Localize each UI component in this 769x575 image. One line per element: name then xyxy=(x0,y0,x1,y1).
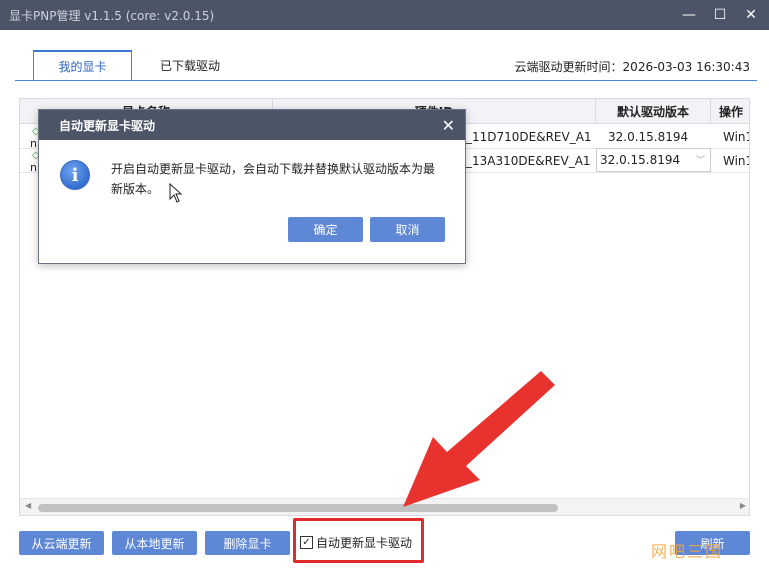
arrow-shape xyxy=(403,371,555,507)
dialog-title-text: 自动更新显卡驱动 xyxy=(59,118,156,133)
dialog-message: 开启自动更新显卡驱动，会自动下载并替换默认驱动版本为最新版本。 xyxy=(111,162,436,196)
annotation-arrow xyxy=(403,371,555,507)
watermark-logo: 网吧三国 xyxy=(651,542,724,561)
info-icon: i xyxy=(60,160,90,190)
dialog-title: 自动更新显卡驱动 xyxy=(39,110,465,140)
mouse-cursor-icon xyxy=(169,183,183,203)
auto-update-dialog: 自动更新显卡驱动 ✕ i 开启自动更新显卡驱动，会自动下载并替换默认驱动版本为最… xyxy=(38,109,466,264)
dialog-close-icon[interactable]: ✕ xyxy=(442,116,455,135)
dialog-cancel-button[interactable]: 取消 xyxy=(370,217,445,242)
dialog-ok-button[interactable]: 确定 xyxy=(288,217,363,242)
